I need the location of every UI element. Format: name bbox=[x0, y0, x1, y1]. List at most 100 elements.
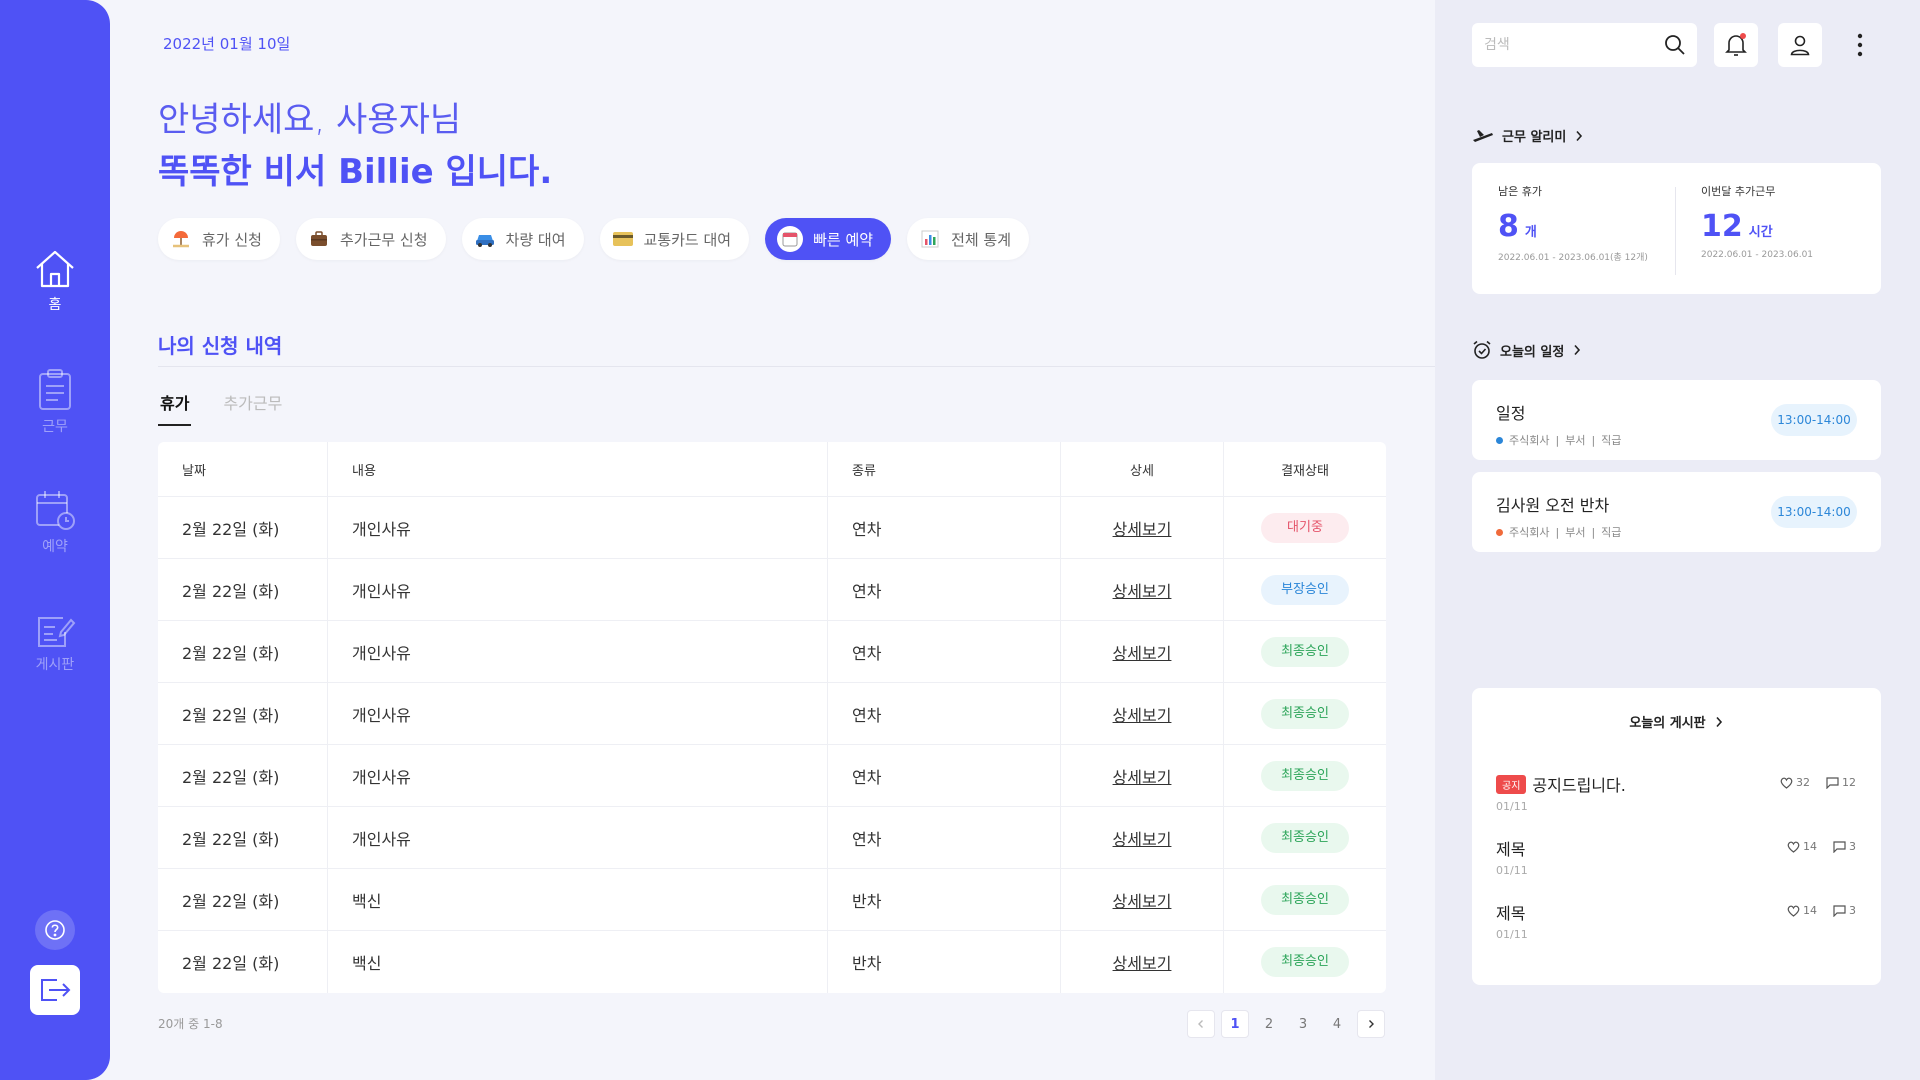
quick-statistics-button[interactable]: 전체 통계 bbox=[907, 218, 1030, 260]
row-status: 최종승인 bbox=[1224, 745, 1386, 806]
car-icon bbox=[474, 228, 496, 250]
sidebar-item-home[interactable]: 홈 bbox=[0, 248, 110, 314]
row-type: 연차 bbox=[828, 807, 1061, 868]
search-icon[interactable] bbox=[1663, 33, 1687, 57]
result-count: 20개 중 1-8 bbox=[158, 1017, 223, 1031]
detail-link[interactable]: 상세보기 bbox=[1113, 826, 1172, 850]
table-row: 2월 22일 (화) 개인사유 연차 상세보기 최종승인 bbox=[158, 621, 1386, 683]
table-body: 2월 22일 (화) 개인사유 연차 상세보기 대기중 2월 22일 (화) 개인사유 연차 상… bbox=[158, 497, 1386, 993]
status-badge: 최종승인 bbox=[1261, 698, 1349, 729]
logout-icon bbox=[41, 979, 71, 1001]
schedule-meta: 주식회사 | 부서 | 직급 bbox=[1496, 432, 1621, 448]
page-button[interactable]: 1 bbox=[1221, 1010, 1249, 1038]
board-post[interactable]: 제목 01/11 14 3 bbox=[1496, 900, 1856, 941]
quick-car-rental-button[interactable]: 차량 대여 bbox=[461, 218, 584, 260]
sidebar-item-work[interactable]: 근무 bbox=[0, 368, 110, 436]
next-page-button[interactable] bbox=[1357, 1010, 1385, 1038]
chevron-right-icon bbox=[1574, 344, 1581, 356]
clipboard-icon bbox=[39, 369, 71, 410]
heart-icon bbox=[1780, 777, 1793, 789]
page-button[interactable]: 4 bbox=[1323, 1010, 1351, 1038]
today-board-header[interactable]: 오늘의 게시판 bbox=[1472, 712, 1881, 731]
today-schedule-title: 오늘의 일정 bbox=[1500, 344, 1565, 360]
briefcase-icon bbox=[308, 228, 330, 250]
notice-badge: 공지 bbox=[1496, 774, 1527, 794]
table-row: 2월 22일 (화) 개인사유 연차 상세보기 최종승인 bbox=[158, 807, 1386, 869]
work-alarm-header[interactable]: 근무 알리미 bbox=[1472, 126, 1584, 145]
quick-action-label: 빠른 예약 bbox=[813, 230, 874, 249]
notification-button[interactable] bbox=[1714, 23, 1758, 67]
table-row: 2월 22일 (화) 개인사유 연차 상세보기 대기중 bbox=[158, 497, 1386, 559]
table-row: 2월 22일 (화) 개인사유 연차 상세보기 최종승인 bbox=[158, 745, 1386, 807]
chevron-right-icon bbox=[1716, 716, 1722, 727]
status-badge: 최종승인 bbox=[1261, 822, 1349, 853]
status-dot bbox=[1496, 528, 1503, 536]
work-alarm-card: 남은 휴가 8개 2022.06.01 - 2023.06.01(총 12개) … bbox=[1472, 163, 1881, 294]
schedule-item[interactable]: 김사원 오전 반차 주식회사 | 부서 | 직급 13:00-14:00 bbox=[1472, 472, 1881, 552]
row-content: 개인사유 bbox=[328, 621, 828, 682]
greeting: 안녕하세요, 사용자님 bbox=[158, 100, 462, 140]
schedule-time: 13:00-14:00 bbox=[1771, 496, 1857, 528]
tab-overtime[interactable]: 추가근무 bbox=[221, 390, 284, 426]
help-button[interactable] bbox=[35, 910, 75, 950]
heart-icon bbox=[1787, 841, 1800, 853]
detail-link[interactable]: 상세보기 bbox=[1113, 516, 1172, 540]
row-status: 대기중 bbox=[1224, 497, 1386, 558]
row-status: 최종승인 bbox=[1224, 621, 1386, 682]
row-content: 백신 bbox=[328, 869, 828, 930]
detail-link[interactable]: 상세보기 bbox=[1113, 950, 1172, 974]
sidebar-item-board[interactable]: 게시판 bbox=[0, 610, 110, 674]
quick-actions: 휴가 신청 추가근무 신청 차량 대여 교통카드 대여 빠른 예약 전체 통계 bbox=[158, 218, 1030, 260]
heart-icon bbox=[1787, 905, 1800, 917]
profile-button[interactable] bbox=[1778, 23, 1822, 67]
page-button[interactable]: 2 bbox=[1255, 1010, 1283, 1038]
column-header: 상세 bbox=[1061, 442, 1224, 496]
column-header: 종류 bbox=[828, 442, 1061, 496]
logout-button[interactable] bbox=[30, 965, 80, 1015]
tab-vacation[interactable]: 휴가 bbox=[158, 390, 192, 426]
alarm-clock-icon bbox=[1473, 340, 1491, 359]
prev-page-button[interactable] bbox=[1187, 1010, 1215, 1038]
search-input[interactable] bbox=[1484, 37, 1644, 53]
bar-chart-icon bbox=[919, 228, 941, 250]
today-schedule-header[interactable]: 오늘의 일정 bbox=[1472, 340, 1582, 360]
table-row: 2월 22일 (화) 백신 반차 상세보기 최종승인 bbox=[158, 869, 1386, 931]
sidebar-item-label: 예약 bbox=[42, 539, 68, 555]
quick-reservation-button[interactable]: 빠른 예약 bbox=[765, 218, 892, 260]
board-post[interactable]: 제목 01/11 14 3 bbox=[1496, 836, 1856, 877]
row-detail: 상세보기 bbox=[1061, 931, 1224, 993]
schedule-item[interactable]: 일정 주식회사 | 부서 | 직급 13:00-14:00 bbox=[1472, 380, 1881, 460]
quick-overtime-button[interactable]: 추가근무 신청 bbox=[295, 218, 446, 260]
detail-link[interactable]: 상세보기 bbox=[1113, 764, 1172, 788]
row-content: 개인사유 bbox=[328, 683, 828, 744]
row-date: 2월 22일 (화) bbox=[158, 931, 328, 993]
table-row: 2월 22일 (화) 개인사유 연차 상세보기 부장승인 bbox=[158, 559, 1386, 621]
more-menu-button[interactable] bbox=[1845, 30, 1875, 60]
search-box bbox=[1472, 23, 1697, 67]
quick-vacation-button[interactable]: 휴가 신청 bbox=[158, 218, 280, 260]
row-detail: 상세보기 bbox=[1061, 683, 1224, 744]
row-date: 2월 22일 (화) bbox=[158, 807, 328, 868]
quick-transit-card-button[interactable]: 교통카드 대여 bbox=[599, 218, 750, 260]
card-icon bbox=[612, 228, 634, 250]
detail-link[interactable]: 상세보기 bbox=[1113, 578, 1172, 602]
row-detail: 상세보기 bbox=[1061, 807, 1224, 868]
row-date: 2월 22일 (화) bbox=[158, 745, 328, 806]
row-date: 2월 22일 (화) bbox=[158, 559, 328, 620]
detail-link[interactable]: 상세보기 bbox=[1113, 640, 1172, 664]
sidebar-item-reservation[interactable]: 예약 bbox=[0, 488, 110, 556]
headline: 똑똑한 비서 Billie 입니다. bbox=[158, 152, 553, 192]
page-button[interactable]: 3 bbox=[1289, 1010, 1317, 1038]
post-date: 01/11 bbox=[1496, 928, 1528, 941]
calendar-clock-icon bbox=[36, 491, 75, 530]
post-meta: 14 3 bbox=[1787, 904, 1856, 917]
row-status: 부장승인 bbox=[1224, 559, 1386, 620]
detail-link[interactable]: 상세보기 bbox=[1113, 888, 1172, 912]
stat-label: 이번달 추가근무 bbox=[1701, 185, 1776, 198]
row-date: 2월 22일 (화) bbox=[158, 683, 328, 744]
detail-link[interactable]: 상세보기 bbox=[1113, 702, 1172, 726]
status-badge: 최종승인 bbox=[1261, 884, 1349, 915]
quick-action-label: 교통카드 대여 bbox=[643, 230, 732, 249]
home-icon bbox=[36, 250, 74, 288]
board-post[interactable]: 공지 공지드립니다. 01/11 32 12 bbox=[1496, 772, 1856, 813]
